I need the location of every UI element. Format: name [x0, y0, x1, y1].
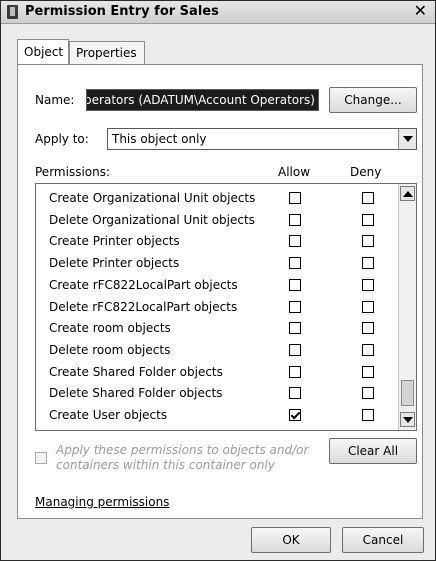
permission-name: Create Organizational Unit objects: [49, 191, 256, 205]
allow-checkbox[interactable]: [289, 257, 301, 270]
cancel-button[interactable]: Cancel: [342, 527, 424, 553]
deny-checkbox[interactable]: [362, 192, 374, 204]
allow-header: Allow: [278, 165, 311, 179]
permission-row: Delete Shared Folder objects: [36, 383, 396, 405]
permission-row: Create room objects: [36, 318, 396, 340]
allow-checkbox[interactable]: [289, 365, 301, 378]
permission-row: Create rFC822LocalPart objects: [36, 275, 396, 297]
allow-checkbox[interactable]: [289, 213, 301, 226]
shield-lock-icon: [7, 5, 18, 19]
permission-name: Delete Organizational Unit objects: [49, 212, 255, 227]
scroll-up-button[interactable]: [400, 186, 415, 201]
deny-checkbox[interactable]: [362, 365, 374, 378]
deny-checkbox[interactable]: [362, 409, 374, 421]
deny-checkbox[interactable]: [362, 387, 374, 400]
permission-name: Delete rFC822LocalPart objects: [49, 299, 238, 314]
name-label: Name:: [35, 93, 75, 107]
allow-checkbox[interactable]: [289, 387, 301, 400]
title-bar[interactable]: Permission Entry for Sales ✕: [1, 1, 435, 24]
deny-checkbox[interactable]: [362, 257, 374, 270]
deny-checkbox[interactable]: [362, 235, 374, 248]
permission-row: Create Shared Folder objects: [36, 362, 396, 384]
allow-checkbox[interactable]: [289, 278, 301, 291]
apply-to-containers-checkbox[interactable]: [35, 452, 47, 464]
permission-row: Delete Printer objects: [36, 253, 396, 275]
permission-name: Delete Printer objects: [49, 256, 180, 271]
permissions-list[interactable]: Create Organizational Unit objects Delete…: [35, 183, 417, 431]
permission-name: Delete room objects: [49, 342, 171, 357]
apply-to-select[interactable]: This object only: [107, 128, 417, 150]
scroll-down-button[interactable]: [400, 412, 415, 427]
permissions-header: Permissions:: [35, 165, 111, 179]
permission-row: Create User objects: [36, 405, 396, 427]
permission-name: Create Shared Folder objects: [49, 364, 223, 379]
chevron-down-icon: [403, 136, 413, 142]
allow-checkbox[interactable]: [289, 322, 301, 335]
deny-checkbox[interactable]: [362, 322, 374, 335]
managing-permissions-link[interactable]: Managing permissions: [35, 495, 169, 509]
chevron-down-icon: [403, 417, 413, 423]
permission-name: Create room objects: [49, 321, 171, 336]
permission-row: Delete rFC822LocalPart objects: [36, 297, 396, 319]
apply-to-label: Apply to:: [35, 132, 89, 146]
name-value: Account Operators (ADATUM\Account Operat…: [87, 93, 315, 107]
permission-row: Delete Organizational Unit objects: [36, 210, 396, 232]
allow-checkbox[interactable]: [289, 235, 301, 248]
allow-checkbox[interactable]: [289, 343, 301, 356]
apply-to-containers-label: Apply these permissions to objects and/o…: [56, 443, 309, 472]
permission-row: Delete room objects: [36, 340, 396, 362]
tab-object[interactable]: Object: [17, 39, 69, 64]
deny-checkbox[interactable]: [362, 278, 374, 291]
permission-row: Create Organizational Unit objects: [36, 188, 396, 210]
permission-name: Delete Shared Folder objects: [49, 386, 223, 401]
deny-checkbox[interactable]: [362, 343, 374, 356]
scroll-thumb[interactable]: [401, 380, 414, 406]
dropdown-arrow-button[interactable]: [398, 129, 416, 149]
close-icon[interactable]: ✕: [414, 2, 427, 20]
clear-all-button[interactable]: Clear All: [329, 438, 417, 464]
window-title: Permission Entry for Sales: [25, 4, 219, 19]
apply-to-value: This object only: [112, 132, 207, 146]
permission-name: Create User objects: [49, 408, 168, 422]
tab-properties[interactable]: Properties: [69, 41, 145, 64]
ok-button[interactable]: OK: [251, 527, 331, 553]
deny-checkbox[interactable]: [362, 213, 374, 226]
permission-row: Create Printer objects: [36, 231, 396, 253]
change-button[interactable]: Change...: [329, 87, 417, 113]
allow-checkbox[interactable]: [289, 409, 301, 421]
vertical-scrollbar[interactable]: [398, 184, 416, 430]
name-field[interactable]: Account Operators (ADATUM\Account Operat…: [86, 89, 319, 111]
permission-entry-dialog: Permission Entry for Sales ✕ Object Prop…: [0, 0, 436, 561]
chevron-up-icon: [403, 191, 413, 197]
allow-checkbox[interactable]: [289, 300, 301, 313]
deny-checkbox[interactable]: [362, 300, 374, 313]
permission-name: Create rFC822LocalPart objects: [49, 277, 238, 292]
deny-header: Deny: [350, 165, 382, 179]
allow-checkbox[interactable]: [289, 192, 301, 204]
permission-name: Create Printer objects: [49, 234, 180, 249]
